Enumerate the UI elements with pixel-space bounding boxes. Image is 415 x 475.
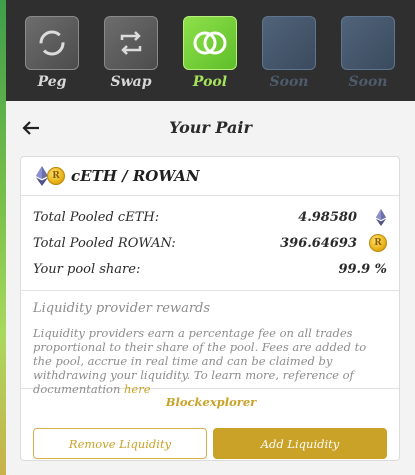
add-liquidity-button[interactable]: Add Liquidity: [213, 428, 387, 459]
rewards-text: Liquidity providers earn a percentage fe…: [33, 326, 387, 396]
nav-soon-2: Soon: [341, 16, 395, 90]
blockexplorer-link[interactable]: Blockexplorer: [21, 395, 401, 409]
peg-icon: [25, 16, 79, 70]
top-nav: Peg Swap Pool Soon Soon: [6, 0, 415, 101]
pool-icon: [183, 16, 237, 70]
pair-header: R cETH / ROWAN: [21, 157, 399, 196]
nav-swap-label: Swap: [110, 74, 152, 90]
pool-panel: Your Pair R cETH / ROWAN Total Pooled cE…: [6, 101, 415, 475]
rewards-section: Liquidity provider rewards Liquidity pro…: [21, 291, 399, 396]
stat-label: Total Pooled ROWAN:: [33, 235, 176, 251]
nav-peg[interactable]: Peg: [25, 16, 79, 90]
nav-pool[interactable]: Pool: [183, 16, 237, 90]
rowan-icon: R: [369, 234, 387, 252]
stat-label: Your pool share:: [33, 261, 141, 277]
rewards-title: Liquidity provider rewards: [33, 301, 211, 316]
ethereum-icon: [375, 208, 387, 226]
stat-row: Total Pooled ROWAN: 396.64693 R: [33, 230, 387, 256]
stat-value: 4.98580: [298, 209, 357, 225]
stat-label: Total Pooled cETH:: [33, 209, 160, 225]
remove-liquidity-button[interactable]: Remove Liquidity: [33, 428, 207, 459]
nav-soon-1-label: Soon: [269, 74, 309, 90]
stat-row: Total Pooled cETH: 4.98580: [33, 204, 387, 230]
nav-swap[interactable]: Swap: [104, 16, 158, 90]
rowan-icon: R: [47, 167, 65, 185]
stat-row: Your pool share: 99.9 %: [33, 256, 387, 282]
nav-peg-label: Peg: [37, 74, 67, 90]
page-title: Your Pair: [169, 118, 252, 137]
stat-value: 396.64693: [280, 235, 357, 251]
documentation-link[interactable]: here: [124, 382, 151, 396]
placeholder-icon: [262, 16, 316, 70]
panel-header: Your Pair: [6, 111, 415, 145]
pool-stats: Total Pooled cETH: 4.98580 Total Pooled …: [21, 196, 399, 291]
pool-share-value: 99.9 %: [338, 261, 387, 277]
nav-soon-2-label: Soon: [348, 74, 388, 90]
rewards-description: Liquidity providers earn a percentage fe…: [33, 326, 367, 396]
nav-pool-label: Pool: [192, 74, 228, 90]
nav-soon-1: Soon: [262, 16, 316, 90]
pair-title: cETH / ROWAN: [71, 167, 200, 185]
placeholder-icon: [341, 16, 395, 70]
pair-card: R cETH / ROWAN Total Pooled cETH: 4.9858…: [20, 156, 400, 461]
swap-icon: [104, 16, 158, 70]
